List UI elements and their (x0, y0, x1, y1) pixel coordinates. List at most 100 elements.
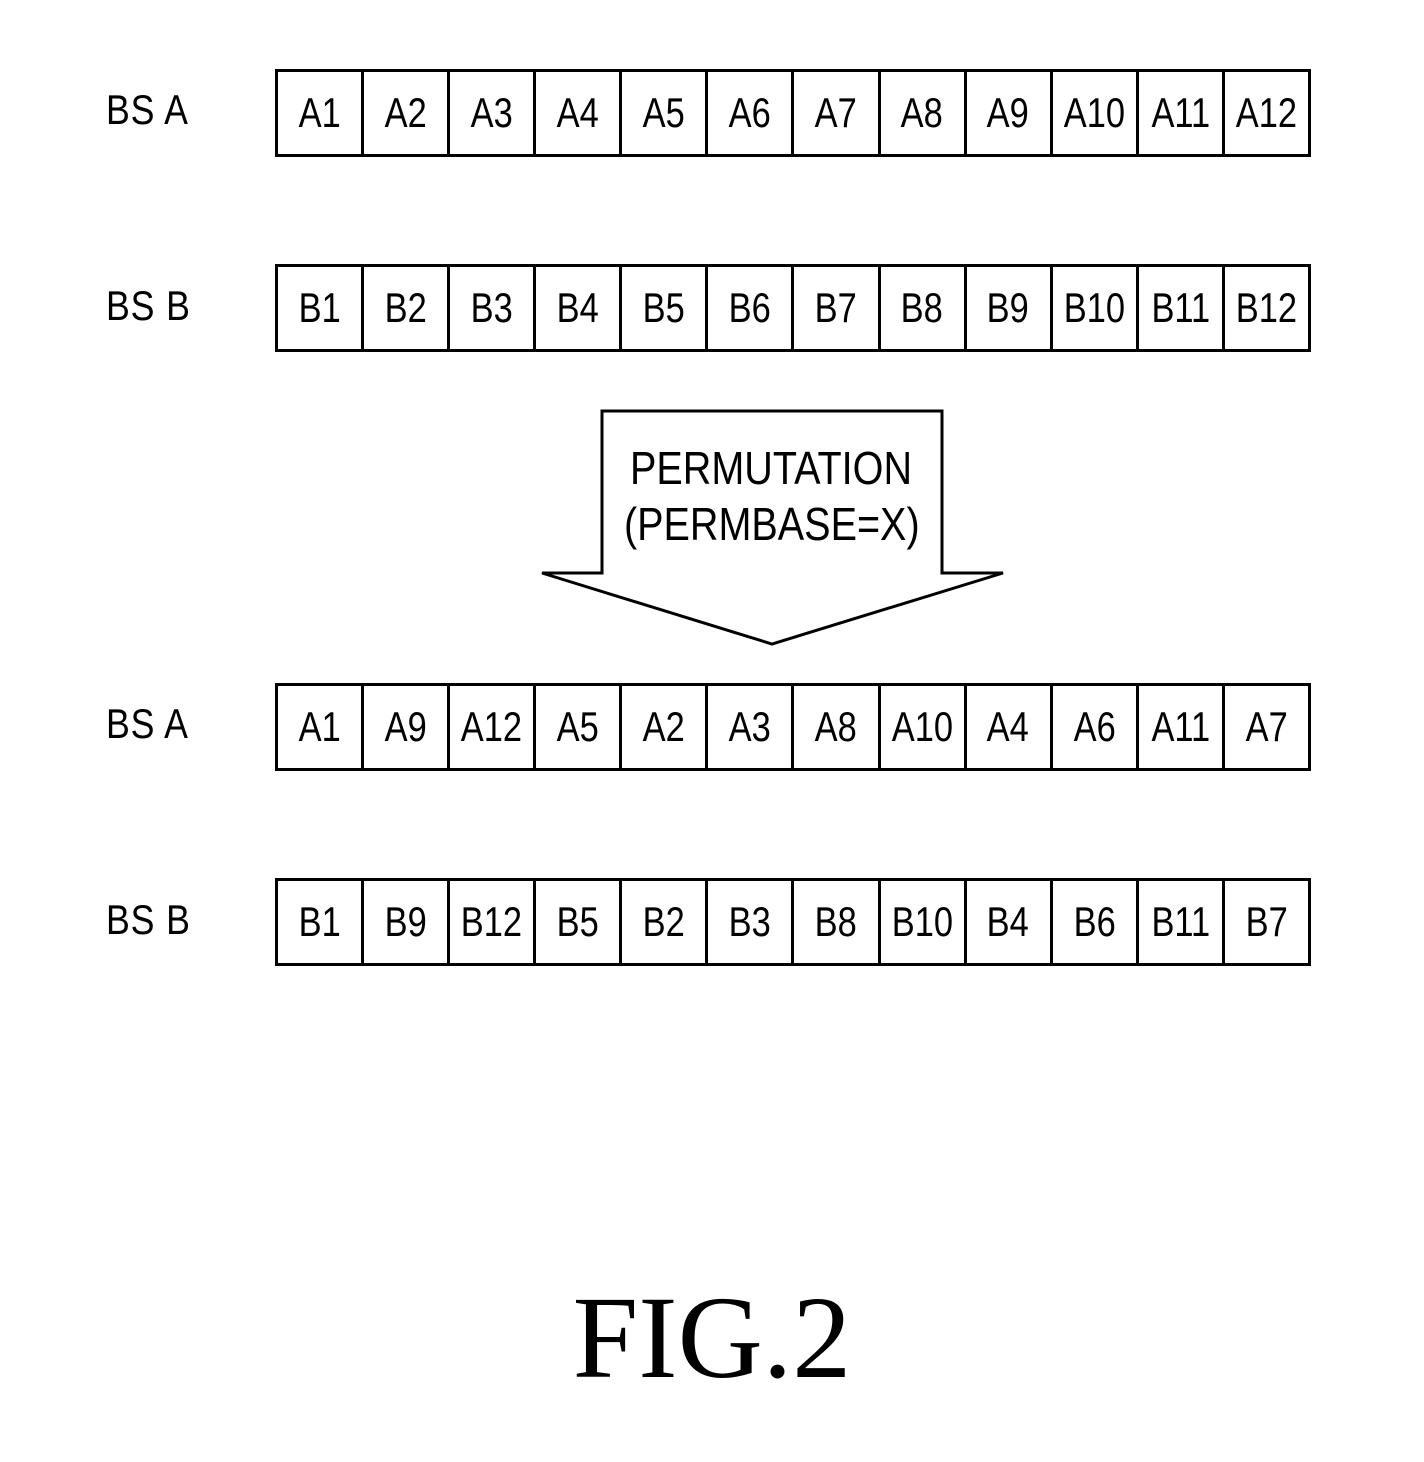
sequence-cell-label: A5 (556, 703, 599, 750)
sequence-cell: B7 (791, 267, 877, 349)
row-label-2: BS B (106, 282, 191, 329)
sequence-cell-label: B6 (728, 284, 771, 331)
sequence-cell-label: A5 (642, 89, 685, 136)
sequence-cell: A8 (791, 686, 877, 768)
permutation-label: PERMUTATION (PERMBASE=X) (600, 440, 942, 552)
sequence-cell: B11 (1135, 881, 1222, 963)
sequence-cell: A7 (1221, 686, 1308, 768)
sequence-cell-label: A2 (642, 703, 685, 750)
sequence-row-bs-a-original: A1 A2 A3 A4 A5 A6 A7 A8 A9 A10 A11 A12 (275, 69, 1311, 157)
sequence-row-bs-a-permuted: A1 A9 A12 A5 A2 A3 A8 A10 A4 A6 A11 A7 (275, 683, 1311, 771)
sequence-cell: B1 (278, 881, 361, 963)
sequence-cell: B11 (1135, 267, 1222, 349)
sequence-cell: B8 (877, 267, 964, 349)
sequence-cell-label: A7 (1245, 703, 1288, 750)
sequence-cell: B2 (619, 881, 705, 963)
sequence-cell-label: A2 (384, 89, 427, 136)
sequence-cell: A9 (361, 686, 447, 768)
sequence-cell-label: B5 (556, 898, 599, 945)
row-label-4: BS B (106, 896, 191, 943)
sequence-cell: A7 (791, 72, 877, 154)
sequence-cell-label: A12 (461, 703, 523, 750)
sequence-cell-label: B11 (1150, 898, 1210, 945)
sequence-cell-label: B6 (1073, 898, 1116, 945)
sequence-cell-label: B8 (814, 898, 858, 945)
sequence-cell: B5 (619, 267, 705, 349)
sequence-cell: B1 (278, 267, 361, 349)
sequence-cell-label: A11 (1150, 89, 1210, 136)
sequence-cell-label: B4 (987, 898, 1030, 945)
sequence-cell-label: B1 (298, 898, 341, 945)
sequence-cell: A12 (1221, 72, 1308, 154)
sequence-cell: A4 (963, 686, 1050, 768)
sequence-cell-label: A4 (987, 703, 1030, 750)
sequence-cell: B7 (1221, 881, 1308, 963)
sequence-cell-label: B12 (1235, 284, 1298, 331)
sequence-cell: B9 (361, 881, 447, 963)
sequence-cell-label: A9 (384, 703, 427, 750)
sequence-cell-label: A6 (728, 89, 771, 136)
sequence-cell-label: B3 (728, 898, 771, 945)
sequence-cell: A5 (619, 72, 705, 154)
sequence-cell: A4 (533, 72, 619, 154)
sequence-cell-label: B12 (461, 898, 523, 945)
sequence-cell-label: B11 (1150, 284, 1210, 331)
sequence-cell-label: A11 (1150, 703, 1210, 750)
permutation-label-line2: (PERMBASE=X) (623, 498, 920, 550)
sequence-cell-label: A10 (1063, 89, 1125, 136)
sequence-cell-label: A10 (891, 703, 953, 750)
sequence-cell-label: B1 (298, 284, 341, 331)
sequence-cell: A5 (533, 686, 619, 768)
sequence-cell: A10 (877, 686, 964, 768)
sequence-cell: B2 (361, 267, 447, 349)
sequence-cell: B3 (705, 881, 791, 963)
sequence-cell-label: B10 (891, 898, 953, 945)
sequence-cell: A10 (1049, 72, 1136, 154)
sequence-cell: A2 (619, 686, 705, 768)
sequence-cell: A3 (447, 72, 533, 154)
sequence-cell-label: A9 (987, 89, 1030, 136)
sequence-cell: A11 (1135, 72, 1222, 154)
sequence-row-bs-b-original: B1 B2 B3 B4 B5 B6 B7 B8 B9 B10 B11 B12 (275, 264, 1311, 352)
sequence-cell-label: B2 (384, 284, 427, 331)
sequence-cell-label: A12 (1235, 89, 1298, 136)
sequence-cell-label: A3 (470, 89, 513, 136)
sequence-cell: B4 (963, 881, 1050, 963)
sequence-cell-label: B5 (642, 284, 685, 331)
sequence-cell: B9 (963, 267, 1050, 349)
figure-caption: FIG.2 (572, 1272, 852, 1403)
sequence-cell-label: B7 (1245, 898, 1288, 945)
sequence-cell: A6 (1049, 686, 1136, 768)
sequence-cell: A8 (877, 72, 964, 154)
sequence-cell: B6 (1049, 881, 1136, 963)
sequence-cell-label: B2 (642, 898, 685, 945)
sequence-cell: B12 (1221, 267, 1308, 349)
sequence-cell: B12 (447, 881, 533, 963)
sequence-cell: A3 (705, 686, 791, 768)
sequence-cell-label: B4 (556, 284, 599, 331)
sequence-cell-label: B9 (384, 898, 427, 945)
sequence-cell: A9 (963, 72, 1050, 154)
sequence-cell-label: A1 (298, 89, 341, 136)
permutation-label-line1: PERMUTATION (629, 442, 913, 494)
sequence-cell-label: A8 (901, 89, 944, 136)
sequence-cell: A6 (705, 72, 791, 154)
sequence-cell-label: A6 (1073, 703, 1116, 750)
sequence-cell: B4 (533, 267, 619, 349)
sequence-cell: A2 (361, 72, 447, 154)
sequence-cell-label: A4 (556, 89, 599, 136)
row-label-3: BS A (106, 700, 189, 747)
sequence-cell: B6 (705, 267, 791, 349)
sequence-row-bs-b-permuted: B1 B9 B12 B5 B2 B3 B8 B10 B4 B6 B11 B7 (275, 878, 1311, 966)
row-label-1: BS A (106, 86, 189, 133)
sequence-cell: A11 (1135, 686, 1222, 768)
sequence-cell: B10 (1049, 267, 1136, 349)
sequence-cell: A1 (278, 72, 361, 154)
sequence-cell: B5 (533, 881, 619, 963)
sequence-cell-label: B10 (1063, 284, 1125, 331)
sequence-cell-label: A8 (814, 703, 858, 750)
sequence-cell: B8 (791, 881, 877, 963)
sequence-cell-label: A3 (728, 703, 771, 750)
sequence-cell-label: A7 (814, 89, 858, 136)
sequence-cell: A1 (278, 686, 361, 768)
